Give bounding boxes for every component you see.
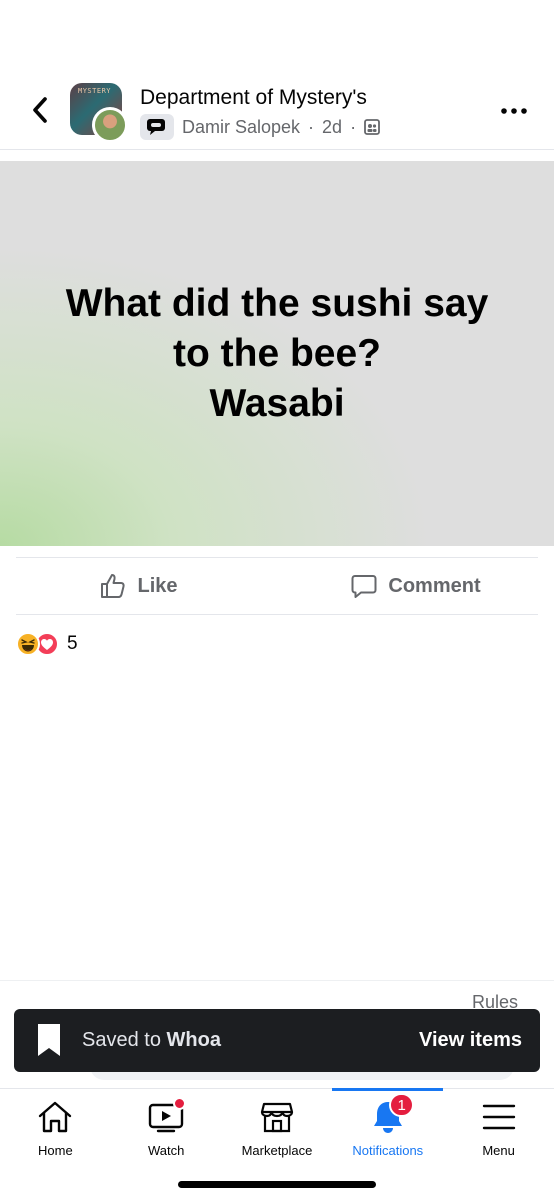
tab-menu[interactable]: Menu xyxy=(443,1089,554,1160)
author-avatar[interactable] xyxy=(92,107,128,143)
toast-message: Saved to Whoa xyxy=(82,1029,221,1052)
home-indicator[interactable] xyxy=(178,1181,376,1188)
post-text: What did the sushi say to the bee? Wasab… xyxy=(37,279,517,429)
group-name[interactable]: Department of Mystery's xyxy=(140,86,367,110)
like-label: Like xyxy=(137,574,178,597)
reaction-count: 5 xyxy=(67,633,78,654)
view-items-button[interactable]: View items xyxy=(419,1029,522,1052)
tab-notifications[interactable]: 1 Notifications xyxy=(332,1088,443,1160)
post-text-line: What did the sushi say xyxy=(65,281,489,325)
bottom-tab-bar: Home Watch Marketplace 1 Notifications M… xyxy=(0,1088,554,1160)
new-video-dot xyxy=(173,1097,187,1110)
menu-icon-wrap xyxy=(479,1097,519,1137)
meta-separator-2: · xyxy=(350,116,357,137)
post-text-line: Wasabi xyxy=(209,381,345,425)
bookmark-icon xyxy=(38,1024,60,1056)
more-options-button[interactable] xyxy=(496,96,532,126)
reaction-summary[interactable]: 5 xyxy=(16,630,78,658)
group-members-icon xyxy=(364,119,380,135)
notifications-icon-wrap: 1 xyxy=(368,1093,414,1137)
tab-watch[interactable]: Watch xyxy=(111,1089,222,1160)
watch-icon-wrap xyxy=(146,1097,187,1137)
post-time[interactable]: 2d xyxy=(322,117,342,138)
toast-collection-name: Whoa xyxy=(166,1029,221,1051)
comment-button[interactable]: Comment xyxy=(277,558,554,614)
tab-label: Home xyxy=(38,1143,73,1158)
post-text-background: What did the sushi say to the bee? Wasab… xyxy=(0,161,554,546)
notification-count-badge: 1 xyxy=(389,1093,414,1117)
post-header: MYSTERY Department of Mystery's Damir Sa… xyxy=(0,78,554,150)
meta-separator: · xyxy=(308,116,315,137)
chat-bubbles-icon xyxy=(147,119,165,135)
saved-toast: Saved to Whoa View items xyxy=(14,1009,540,1072)
tab-label: Notifications xyxy=(352,1143,424,1158)
marketplace-store-icon xyxy=(260,1102,294,1133)
more-horizontal-icon xyxy=(501,108,527,114)
home-icon xyxy=(39,1101,72,1133)
comment-label: Comment xyxy=(388,574,481,597)
thumbs-up-icon xyxy=(101,574,126,598)
tab-home[interactable]: Home xyxy=(0,1089,111,1160)
author-name[interactable]: Damir Salopek xyxy=(182,117,300,138)
home-icon-wrap xyxy=(35,1097,75,1137)
group-expert-badge[interactable] xyxy=(140,114,174,140)
post-text-line: to the bee? xyxy=(172,331,381,375)
back-button[interactable] xyxy=(22,92,58,128)
hamburger-menu-icon xyxy=(482,1104,515,1130)
like-button[interactable]: Like xyxy=(0,558,277,614)
tab-label: Watch xyxy=(148,1143,185,1158)
marketplace-icon-wrap xyxy=(257,1097,297,1137)
post-meta: Damir Salopek · 2d · xyxy=(140,114,380,140)
tab-label: Marketplace xyxy=(241,1143,313,1158)
haha-reaction-icon xyxy=(16,632,40,656)
tab-label: Menu xyxy=(482,1143,515,1158)
divider xyxy=(0,980,554,981)
comment-bubble-icon xyxy=(351,575,377,598)
group-avatar-text: MYSTERY xyxy=(78,87,112,95)
post-actions: Like Comment xyxy=(0,558,554,614)
avatar-stack[interactable]: MYSTERY xyxy=(70,83,130,143)
tab-marketplace[interactable]: Marketplace xyxy=(222,1089,333,1160)
toast-message-prefix: Saved to xyxy=(82,1029,161,1051)
divider xyxy=(16,614,538,615)
chevron-left-icon xyxy=(33,97,47,123)
